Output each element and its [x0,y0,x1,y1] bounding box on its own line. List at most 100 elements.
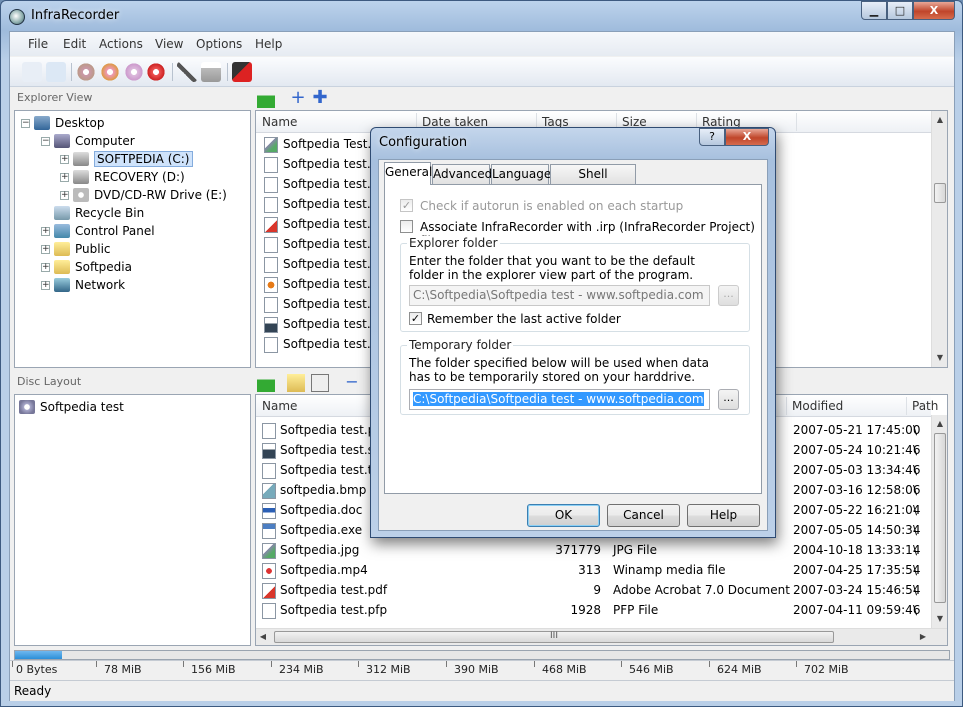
column-name[interactable]: Name [262,115,297,129]
dialog-close-button[interactable]: X [725,128,769,146]
open-project-icon[interactable] [46,62,66,82]
mp4-file-icon [262,563,276,579]
expand-icon[interactable]: + [41,226,50,236]
copy-disc-icon[interactable] [100,62,120,82]
drive-icon[interactable] [201,62,221,82]
swf-file-icon [262,443,276,459]
explorer-vscroll[interactable]: ▲ ▼ [931,111,947,367]
tree-item-computer[interactable]: − Computer [41,132,135,150]
disc-hscroll[interactable]: ◀ III ▶ [256,628,947,645]
tree-item-recycle-bin[interactable]: Recycle Bin [54,204,144,222]
scroll-down-icon[interactable]: ▼ [932,353,947,362]
column-path[interactable]: Path [912,399,938,413]
erase-disc-icon[interactable] [124,62,144,82]
scroll-up-icon[interactable]: ▲ [932,419,947,428]
file-path: \ [913,523,918,537]
collapse-icon[interactable]: − [41,136,50,146]
tab-shell-extension[interactable]: Shell Extension [550,164,636,199]
burn-disc-icon[interactable] [146,62,166,82]
add-icon[interactable]: + [289,89,307,108]
minimize-button[interactable]: ▁ [861,1,887,20]
expand-icon[interactable]: + [41,280,50,290]
new-folder-icon[interactable] [287,374,305,392]
disc-vscroll[interactable]: ▲ ▼ [931,415,947,628]
scroll-thumb[interactable] [934,433,946,603]
remember-folder-checkbox[interactable]: ✓ [409,312,422,325]
explorer-folder-title: Explorer folder [407,236,500,250]
tree-item-softpedia[interactable]: + Softpedia [41,258,132,276]
menu-bar: File Edit Actions View Options Help [10,32,954,56]
menu-edit[interactable]: Edit [63,37,86,51]
add-all-icon[interactable]: ✚ [311,89,329,108]
app-icon [9,9,25,25]
table-row[interactable]: Softpedia test.pdf 9 Adobe Acrobat 7.0 Doc… [256,580,931,600]
expand-icon[interactable]: + [60,154,69,164]
tree-item-desktop[interactable]: − Desktop [21,114,105,132]
burn-image-icon[interactable] [76,62,96,82]
scroll-thumb[interactable]: III [274,631,834,643]
control-panel-icon [54,224,70,238]
new-project-icon[interactable] [22,62,42,82]
expand-icon[interactable]: + [60,190,69,200]
tree-item-drive-c[interactable]: + SOFTPEDIA (C:) [60,150,193,168]
menu-options[interactable]: Options [196,37,242,51]
menu-file[interactable]: File [28,37,48,51]
tab-language[interactable]: Language [491,164,551,184]
scroll-thumb[interactable] [934,183,946,203]
collapse-icon[interactable]: − [21,118,30,128]
tab-advanced[interactable]: Advanced [432,164,492,184]
file-file-icon [264,177,278,193]
table-row[interactable]: Softpedia.mp4 313 Winamp media file 2007-04… [256,560,931,580]
up-folder-icon[interactable] [257,374,275,392]
scroll-left-icon[interactable]: ◀ [256,632,270,641]
associate-checkbox[interactable] [400,220,413,233]
help-button[interactable]: Help [687,504,760,527]
file-modified: 2007-03-24 15:46:54 [793,583,921,597]
cancel-button[interactable]: Cancel [607,504,680,527]
capacity-tick-label: 468 MiB [542,663,587,676]
add-files-icon[interactable] [311,374,329,392]
exit-icon[interactable] [232,62,252,82]
close-button[interactable]: X [913,1,955,20]
tree-item-drive-e[interactable]: + DVD/CD-RW Drive (E:) [60,186,227,204]
column-name[interactable]: Name [262,399,297,413]
autorun-checkbox[interactable]: ✓ [400,199,413,212]
expand-icon[interactable]: + [41,262,50,272]
temporary-folder-input[interactable]: C:\Softpedia\Softpedia test - www.softpe… [409,389,710,410]
table-row[interactable]: Softpedia.jpg 371779 JPG File 2004-10-18 13… [256,540,931,560]
scroll-down-icon[interactable]: ▼ [932,614,947,623]
recycle-bin-icon [54,206,70,220]
tree-item-public[interactable]: + Public [41,240,111,258]
menu-help[interactable]: Help [255,37,282,51]
file-modified: 2004-10-18 13:33:14 [793,543,921,557]
expand-icon[interactable]: + [60,172,69,182]
temporary-folder-browse-button[interactable]: ... [718,389,739,410]
tree-item-control-panel[interactable]: + Control Panel [41,222,155,240]
ok-button[interactable]: OK [527,504,600,527]
title-bar[interactable]: InfraRecorder ▁ □ X [1,1,962,31]
column-modified[interactable]: Modified [792,399,843,413]
tools-icon[interactable] [177,62,197,82]
table-row[interactable]: Softpedia test.pfp 1928 PFP File 2007-04-11… [256,600,931,620]
capacity-tick-label: 312 MiB [366,663,411,676]
explorer-folder-input[interactable]: C:\Softpedia\Softpedia test - www.softpe… [409,285,710,306]
tree-item-network[interactable]: + Network [41,276,125,294]
file-size: 371779 [555,543,601,557]
scroll-up-icon[interactable]: ▲ [932,115,947,124]
bmp-file-icon [262,483,276,499]
dialog-help-icon[interactable]: ? [699,128,725,146]
explorer-folder-browse-button[interactable]: ... [718,285,739,306]
disc-project-root[interactable]: Softpedia test [19,398,124,416]
tab-general[interactable]: General [384,162,432,185]
scroll-right-icon[interactable]: ▶ [916,632,930,641]
maximize-button[interactable]: □ [887,1,913,20]
up-folder-icon[interactable] [257,90,275,108]
explorer-folder-group: Explorer folder Enter the folder that yo… [400,236,750,332]
pdf-file-icon [262,583,276,599]
menu-actions[interactable]: Actions [99,37,143,51]
menu-view[interactable]: View [155,37,183,51]
remove-icon[interactable]: − [343,374,361,392]
tree-item-drive-d[interactable]: + RECOVERY (D:) [60,168,185,186]
expand-icon[interactable]: + [41,244,50,254]
disc-icon [19,400,35,414]
